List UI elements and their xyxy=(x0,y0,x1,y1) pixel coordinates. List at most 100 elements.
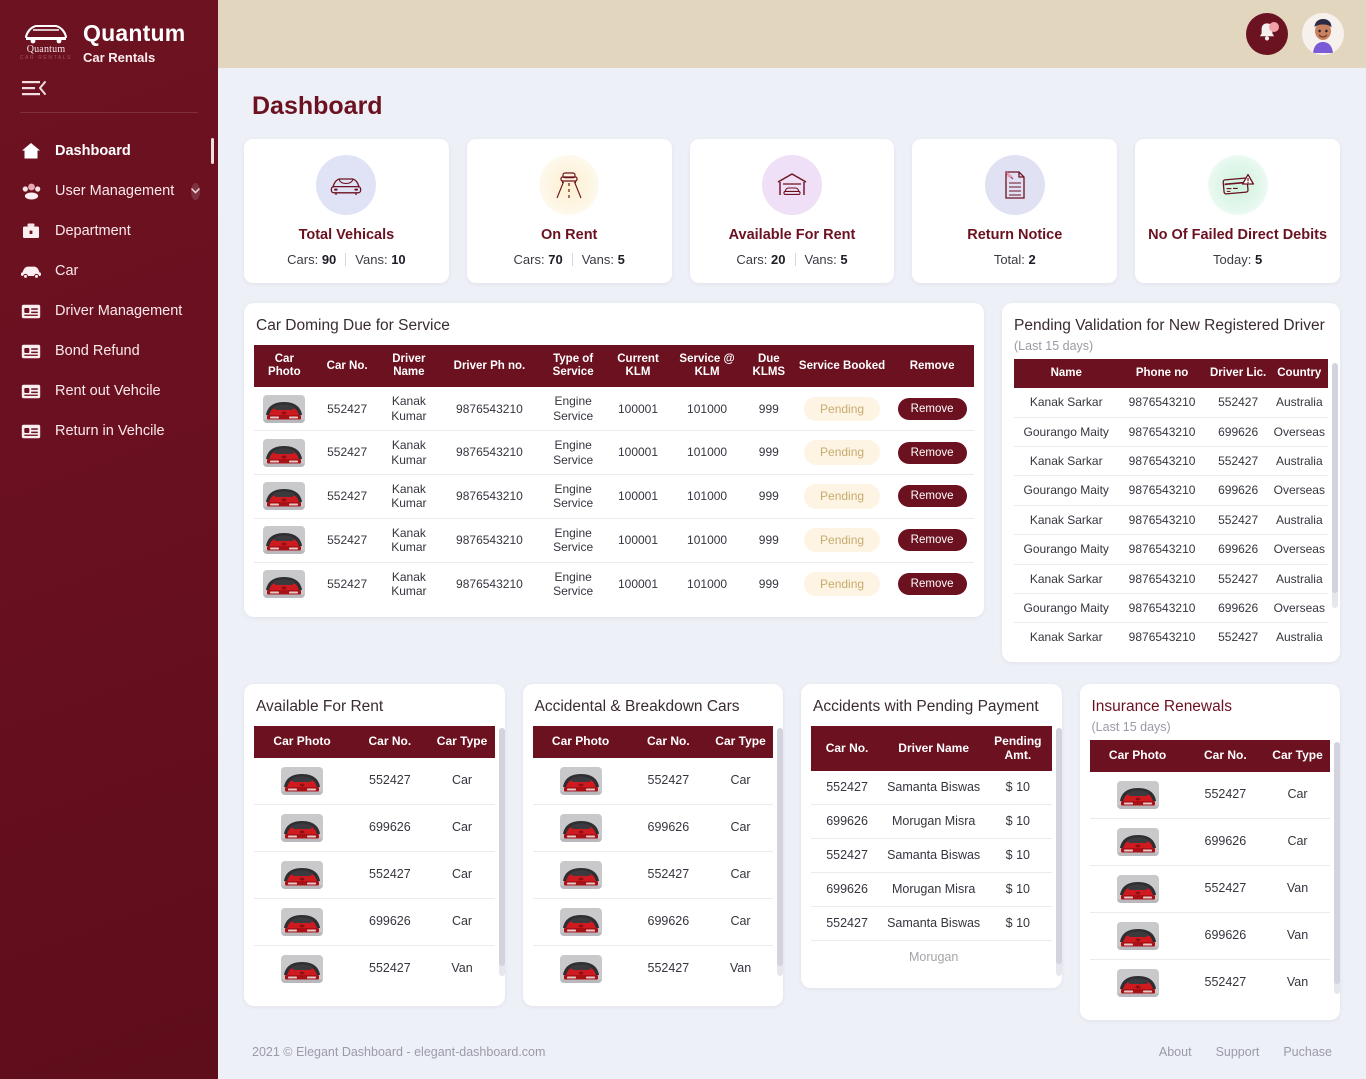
table-row[interactable]: 552427 Van xyxy=(1090,865,1331,912)
table-row[interactable]: Kanak Sarkar 9876543210 552427 Australia xyxy=(1014,388,1328,417)
cell-name: Kanak Sarkar xyxy=(1014,564,1118,593)
avatar[interactable] xyxy=(1302,13,1344,55)
remove-button[interactable]: Remove xyxy=(898,485,967,507)
sidebar-item-bond-refund[interactable]: Bond Refund xyxy=(0,331,218,371)
table-row[interactable]: 552427 Car xyxy=(254,758,495,805)
table-row[interactable]: 699626 Van xyxy=(1090,912,1331,959)
cell-due-klms: 999 xyxy=(744,562,794,605)
brand-title: Quantum xyxy=(83,22,185,45)
table-row[interactable]: Morugan xyxy=(811,941,1052,975)
sidebar-item-user-management[interactable]: User Management xyxy=(0,171,218,211)
table-row[interactable]: Gourango Maity 9876543210 699626 Oversea… xyxy=(1014,417,1328,446)
sidebar-collapse-icon[interactable] xyxy=(22,78,48,100)
car-thumb-icon xyxy=(1117,875,1159,903)
cell-phone: 9876543210 xyxy=(438,475,541,519)
table-row[interactable]: 552427 Van xyxy=(533,945,774,992)
sidebar-item-car[interactable]: Car xyxy=(0,251,218,291)
cell-current-klm: 100001 xyxy=(606,431,671,475)
sidebar-item-return-in-vehcile[interactable]: Return in Vehcile xyxy=(0,411,218,451)
table-row[interactable]: 699626 Car xyxy=(533,804,774,851)
insurance-scrollbar[interactable] xyxy=(1334,742,1340,994)
scrollbar-thumb[interactable] xyxy=(1332,363,1338,593)
table-row[interactable]: 699626 Car xyxy=(254,898,495,945)
cell-driver-name: Samanta Biswas xyxy=(883,839,984,873)
cell-car-type: Car xyxy=(430,804,495,851)
remove-button[interactable]: Remove xyxy=(898,529,967,551)
stat-card-total-vehicals[interactable]: Total Vehicals Cars: 90 Vans: 10 xyxy=(244,139,449,283)
table-row[interactable]: Gourango Maity 9876543210 699626 Oversea… xyxy=(1014,476,1328,505)
table-row[interactable]: Kanak Sarkar 9876543210 552427 Australia xyxy=(1014,623,1328,652)
sidebar-item-rent-out-vehcile[interactable]: Rent out Vehcile xyxy=(0,371,218,411)
scrollbar-thumb[interactable] xyxy=(777,728,783,966)
cell-remove: Remove xyxy=(890,475,974,519)
footer-link-about[interactable]: About xyxy=(1159,1045,1192,1059)
car-thumb-icon xyxy=(1117,922,1159,950)
cell-car-no: 552427 xyxy=(1186,959,1265,1006)
cell-car-no: 699626 xyxy=(629,804,708,851)
sidebar-item-dashboard[interactable]: Dashboard xyxy=(0,131,218,171)
table-row[interactable]: 699626 Car xyxy=(254,804,495,851)
remove-button[interactable]: Remove xyxy=(898,398,967,420)
cell-phone: 9876543210 xyxy=(438,431,541,475)
table-row[interactable]: 552427 Car xyxy=(533,851,774,898)
cell-country: Overseas xyxy=(1271,535,1328,564)
table-row[interactable]: 552427 Kanak Kumar 9876543210 Engine Ser… xyxy=(254,387,974,430)
table-row[interactable]: 552427 Kanak Kumar 9876543210 Engine Ser… xyxy=(254,562,974,605)
table-row[interactable]: 552427 Samanta Biswas $ 10 xyxy=(811,839,1052,873)
table-row[interactable]: 552427 Car xyxy=(1090,772,1331,819)
table-row[interactable]: Gourango Maity 9876543210 699626 Oversea… xyxy=(1014,535,1328,564)
stat-card-available-for-rent[interactable]: Available For Rent Cars: 20 Vans: 5 xyxy=(690,139,895,283)
cell-name: Kanak Sarkar xyxy=(1014,623,1118,652)
available-scrollbar[interactable] xyxy=(499,728,505,976)
sidebar-item-department[interactable]: Department xyxy=(0,211,218,251)
stat-card-failed-direct-debits[interactable]: No Of Failed Direct Debits Today: 5 xyxy=(1135,139,1340,283)
stat-card-metrics: Total: 2 xyxy=(994,252,1036,267)
sidebar-item-driver-management[interactable]: Driver Management xyxy=(0,291,218,331)
sidebar-item-label: User Management xyxy=(55,183,174,199)
notification-button[interactable] xyxy=(1246,13,1288,55)
brand[interactable]: Quantum CAR RENTALS Quantum Car Rentals xyxy=(0,0,218,66)
accidental-scrollbar[interactable] xyxy=(777,728,783,976)
metric-separator xyxy=(572,253,573,266)
table-row[interactable]: Gourango Maity 9876543210 699626 Oversea… xyxy=(1014,593,1328,622)
table-row[interactable]: 552427 Samanta Biswas $ 10 xyxy=(811,771,1052,805)
table-row[interactable]: 699626 Morugan Misra $ 10 xyxy=(811,805,1052,839)
table-row[interactable]: 552427 Car xyxy=(254,851,495,898)
scrollbar-thumb[interactable] xyxy=(1334,742,1340,984)
col-name: Name xyxy=(1014,359,1118,388)
accidents-pending-payment-table: Car No. Driver Name Pending Amt. 552427 … xyxy=(811,726,1052,975)
stat-card-metrics: Cars: 20 Vans: 5 xyxy=(736,252,847,267)
table-row[interactable]: 552427 Kanak Kumar 9876543210 Engine Ser… xyxy=(254,431,974,475)
cell-driver-name: Samanta Biswas xyxy=(883,771,984,805)
scrollbar-thumb[interactable] xyxy=(1056,728,1062,964)
table-row[interactable]: 552427 Van xyxy=(1090,959,1331,1006)
stat-card-return-notice[interactable]: Return Notice Total: 2 xyxy=(912,139,1117,283)
table-row[interactable]: 552427 Kanak Kumar 9876543210 Engine Ser… xyxy=(254,475,974,519)
notification-badge xyxy=(1269,22,1279,32)
table-row[interactable]: Kanak Sarkar 9876543210 552427 Australia xyxy=(1014,564,1328,593)
table-row[interactable]: 699626 Car xyxy=(533,898,774,945)
stat-card-on-rent[interactable]: On Rent Cars: 70 Vans: 5 xyxy=(467,139,672,283)
accidents-scrollbar[interactable] xyxy=(1056,728,1062,976)
remove-button[interactable]: Remove xyxy=(898,442,967,464)
table-row[interactable]: Kanak Sarkar 9876543210 552427 Australia xyxy=(1014,505,1328,534)
table-row[interactable]: 552427 Kanak Kumar 9876543210 Engine Ser… xyxy=(254,518,974,562)
table-row[interactable]: 699626 Morugan Misra $ 10 xyxy=(811,873,1052,907)
table-row[interactable]: Kanak Sarkar 9876543210 552427 Australia xyxy=(1014,447,1328,476)
footer-link-support[interactable]: Support xyxy=(1216,1045,1260,1059)
table-row[interactable]: 699626 Car xyxy=(1090,818,1331,865)
panel-title: Accidental & Breakdown Cars xyxy=(523,684,784,726)
chevron-down-icon[interactable] xyxy=(191,183,200,200)
table-row[interactable]: 552427 Car xyxy=(533,758,774,805)
cell-current-klm: 100001 xyxy=(606,387,671,430)
table-row[interactable]: 552427 Samanta Biswas $ 10 xyxy=(811,907,1052,941)
table-row[interactable]: 552427 Van xyxy=(254,945,495,992)
cell-amount xyxy=(984,941,1051,975)
table-head: Car Photo Car No. Driver Name Driver Ph … xyxy=(254,345,974,387)
footer-link-puchase[interactable]: Puchase xyxy=(1283,1045,1332,1059)
pending-validation-scrollbar[interactable] xyxy=(1332,363,1338,608)
col-car-no: Car No. xyxy=(315,345,380,387)
remove-button[interactable]: Remove xyxy=(898,573,967,595)
car-thumb-icon xyxy=(263,482,305,510)
scrollbar-thumb[interactable] xyxy=(499,728,505,966)
